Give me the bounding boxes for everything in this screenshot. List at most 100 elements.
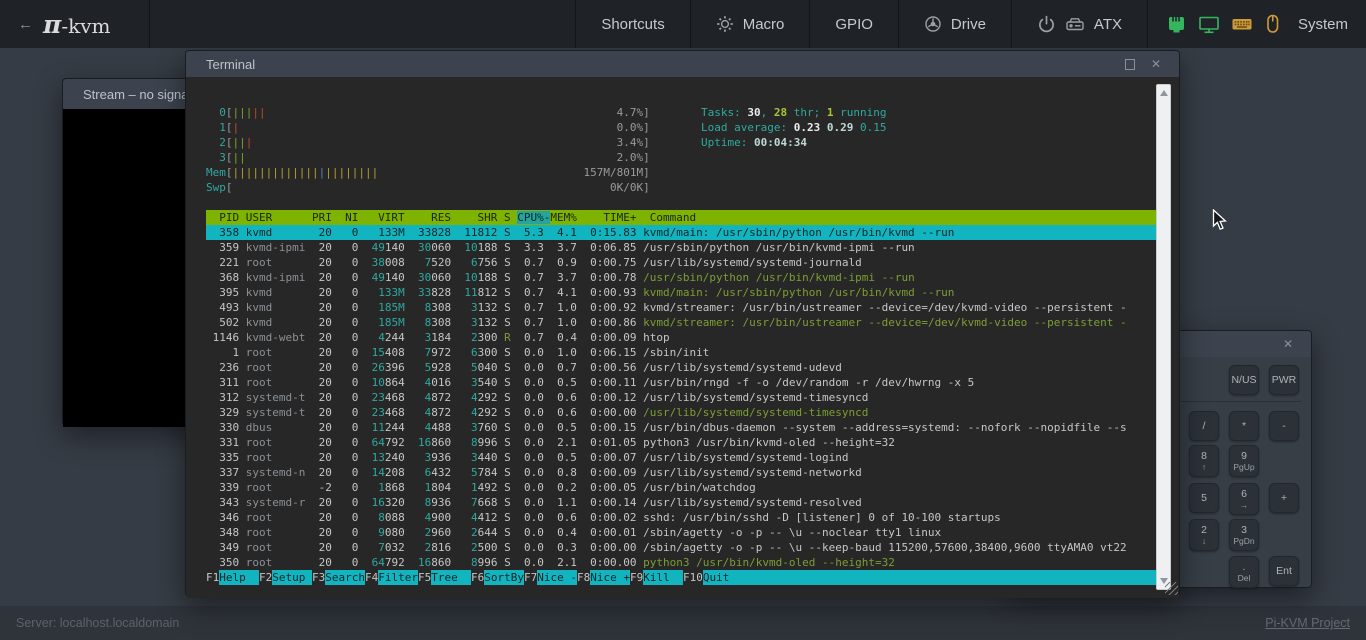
lan-icon[interactable] xyxy=(1166,15,1187,34)
process-row[interactable]: 358 kvmd 20 0 133M 33828 11812 S 5.3 4.1… xyxy=(206,225,1156,240)
process-row[interactable]: 1146 kvmd-webt 20 0 4244 3184 2300 R 0.7… xyxy=(206,330,1156,345)
fkey-label[interactable]: Kill xyxy=(643,570,683,585)
process-row[interactable]: 331 root 20 0 64792 16860 8996 S 0.0 2.1… xyxy=(206,435,1156,450)
fkey-label[interactable]: Tree xyxy=(431,570,471,585)
fkey-key[interactable]: F5 xyxy=(418,570,431,585)
server-label: Server: localhost.localdomain xyxy=(16,616,179,630)
process-row[interactable]: 339 root -2 0 1868 1804 1492 S 0.0 0.2 0… xyxy=(206,480,1156,495)
fkey-key[interactable]: F4 xyxy=(365,570,378,585)
nav-item-drive[interactable]: Drive xyxy=(898,0,1011,48)
keypad-key-8[interactable]: 8↑ xyxy=(1189,445,1219,477)
display-icon[interactable] xyxy=(1198,15,1220,34)
process-row[interactable]: 350 root 20 0 64792 16860 8996 S 0.0 2.1… xyxy=(206,555,1156,570)
fkey-label[interactable]: SortBy xyxy=(484,570,524,585)
terminal-window-title: Terminal xyxy=(206,57,1117,72)
logo-group[interactable]: ← π-kvm xyxy=(0,0,150,48)
pikvm-project-link[interactable]: Pi-KVM Project xyxy=(1265,616,1350,630)
keypad-key-[interactable]: + xyxy=(1269,483,1299,513)
nav-item-macro[interactable]: Macro xyxy=(690,0,810,48)
meter-line: 0[||||| 4.7%] xyxy=(206,105,1156,120)
keypad-key-5[interactable]: 5 xyxy=(1189,483,1219,513)
fkey-label[interactable]: Nice + xyxy=(590,570,630,585)
keypad-key-[interactable]: / xyxy=(1189,411,1219,441)
keyboard-icon[interactable] xyxy=(1231,15,1253,33)
keypad-key-nus[interactable]: N/US xyxy=(1229,365,1259,395)
keypad-key-pwr[interactable]: PWR xyxy=(1269,365,1299,395)
fkey-label[interactable]: Setup xyxy=(272,570,312,585)
process-row[interactable]: 368 kvmd-ipmi 20 0 49140 30060 10188 S 0… xyxy=(206,270,1156,285)
keypad-key-ent[interactable]: Ent xyxy=(1269,556,1299,586)
keypad-key-2[interactable]: 2↓ xyxy=(1189,519,1219,551)
nav-system-group: System xyxy=(1147,0,1366,48)
fkey-label[interactable]: Search xyxy=(325,570,365,585)
fkey-key[interactable]: F7 xyxy=(524,570,537,585)
process-row[interactable]: 395 kvmd 20 0 133M 33828 11812 S 0.7 4.1… xyxy=(206,285,1156,300)
process-row[interactable]: 343 systemd-r 20 0 16320 8936 7668 S 0.0… xyxy=(206,495,1156,510)
mouse-icon[interactable] xyxy=(1264,14,1281,34)
nav-item-system[interactable]: System xyxy=(1298,16,1348,33)
app-logo: π-kvm xyxy=(43,10,110,39)
window-resize-grip[interactable] xyxy=(1165,582,1178,595)
process-row[interactable]: 346 root 20 0 8088 4900 4412 S 0.0 0.6 0… xyxy=(206,510,1156,525)
keypad-key-[interactable]: - xyxy=(1269,411,1299,441)
fkey-key[interactable]: F1 xyxy=(206,570,219,585)
fkey-key[interactable]: F3 xyxy=(312,570,325,585)
top-navbar: ← π-kvm Shortcuts Macro GPIO xyxy=(0,0,1366,48)
process-row[interactable]: 502 kvmd 20 0 185M 8308 3132 S 0.7 1.0 0… xyxy=(206,315,1156,330)
fbar-fill xyxy=(743,570,1156,585)
terminal-content[interactable]: 0[||||| 4.7%] 1[| 0.0%] 2[||| 3.4%] xyxy=(186,77,1179,598)
nav-label-shortcuts: Shortcuts xyxy=(601,16,664,33)
gear-icon xyxy=(716,15,734,33)
status-bar: Server: localhost.localdomain Pi-KVM Pro… xyxy=(0,606,1366,640)
keypad-key-3[interactable]: 3PgDn xyxy=(1229,519,1259,551)
process-row[interactable]: 349 root 20 0 7032 2816 2500 S 0.0 0.3 0… xyxy=(206,540,1156,555)
terminal-maximize-button[interactable] xyxy=(1117,51,1143,77)
keypad-key-6[interactable]: 6→ xyxy=(1229,483,1259,515)
fkey-label[interactable]: Nice - xyxy=(537,570,577,585)
terminal-window-header[interactable]: Terminal ✕ xyxy=(186,51,1179,77)
terminal-scrollbar[interactable] xyxy=(1156,84,1171,590)
scroll-up-icon[interactable] xyxy=(1160,90,1168,96)
terminal-close-button[interactable]: ✕ xyxy=(1143,51,1169,77)
process-row[interactable]: 311 root 20 0 10864 4016 3540 S 0.0 0.5 … xyxy=(206,375,1156,390)
process-row[interactable]: 337 systemd-n 20 0 14208 6432 5784 S 0.0… xyxy=(206,465,1156,480)
nav-item-gpio[interactable]: GPIO xyxy=(809,0,898,48)
terminal-window: Terminal ✕ 0[||||| 4.7%] 1[| 0.0%] 2[||| xyxy=(185,50,1180,597)
meter-line: 3[|| 2.0%] xyxy=(206,150,1156,165)
back-arrow-icon[interactable]: ← xyxy=(18,16,33,33)
htop-summary: Tasks: 30, 28 thr; 1 runningLoad average… xyxy=(701,105,886,150)
fkey-key[interactable]: F10 xyxy=(683,570,703,585)
keypad-key-[interactable]: * xyxy=(1229,411,1259,441)
process-row[interactable]: 221 root 20 0 38008 7520 6756 S 0.7 0.9 … xyxy=(206,255,1156,270)
process-row[interactable]: 493 kvmd 20 0 185M 8308 3132 S 0.7 1.0 0… xyxy=(206,300,1156,315)
process-row[interactable]: 348 root 20 0 9080 2960 2644 S 0.0 0.4 0… xyxy=(206,525,1156,540)
keypad-key-9[interactable]: 9PgUp xyxy=(1229,445,1259,477)
nav-label-drive: Drive xyxy=(951,16,986,33)
fkey-label[interactable]: Quit xyxy=(703,570,743,585)
sort-column-header: CPU%- xyxy=(517,211,550,224)
process-row[interactable]: 335 root 20 0 13240 3936 3440 S 0.0 0.5 … xyxy=(206,450,1156,465)
process-row[interactable]: 236 root 20 0 26396 5928 5040 S 0.0 0.7 … xyxy=(206,360,1156,375)
logo-rest: -kvm xyxy=(61,14,110,38)
process-row[interactable]: 312 systemd-t 20 0 23468 4872 4292 S 0.0… xyxy=(206,390,1156,405)
fan-disc-icon xyxy=(924,15,942,33)
process-row[interactable]: 330 dbus 20 0 11244 4488 3760 S 0.0 0.5 … xyxy=(206,420,1156,435)
nav-item-shortcuts[interactable]: Shortcuts xyxy=(575,0,689,48)
htop-output: 0[||||| 4.7%] 1[| 0.0%] 2[||| 3.4%] xyxy=(206,105,1156,585)
navbar-spacer xyxy=(150,0,575,48)
keypad-key-[interactable]: .Del xyxy=(1229,556,1259,588)
fkey-key[interactable]: F6 xyxy=(471,570,484,585)
fkey-label[interactable]: Filter xyxy=(378,570,418,585)
nav-item-atx[interactable]: ATX xyxy=(1011,0,1147,48)
fkey-key[interactable]: F2 xyxy=(259,570,272,585)
case-icon xyxy=(1065,15,1085,33)
fkey-label[interactable]: Help xyxy=(219,570,259,585)
fkey-key[interactable]: F9 xyxy=(630,570,643,585)
htop-table-header[interactable]: PID USER PRI NI VIRT RES SHR S CPU%-MEM%… xyxy=(206,210,1156,225)
process-row[interactable]: 1 root 20 0 15408 7972 6300 S 0.0 1.0 0:… xyxy=(206,345,1156,360)
keypad-close-button[interactable]: ✕ xyxy=(1275,331,1301,357)
logo-pi: π xyxy=(43,10,61,39)
fkey-key[interactable]: F8 xyxy=(577,570,590,585)
process-row[interactable]: 359 kvmd-ipmi 20 0 49140 30060 10188 S 3… xyxy=(206,240,1156,255)
process-row[interactable]: 329 systemd-t 20 0 23468 4872 4292 S 0.0… xyxy=(206,405,1156,420)
